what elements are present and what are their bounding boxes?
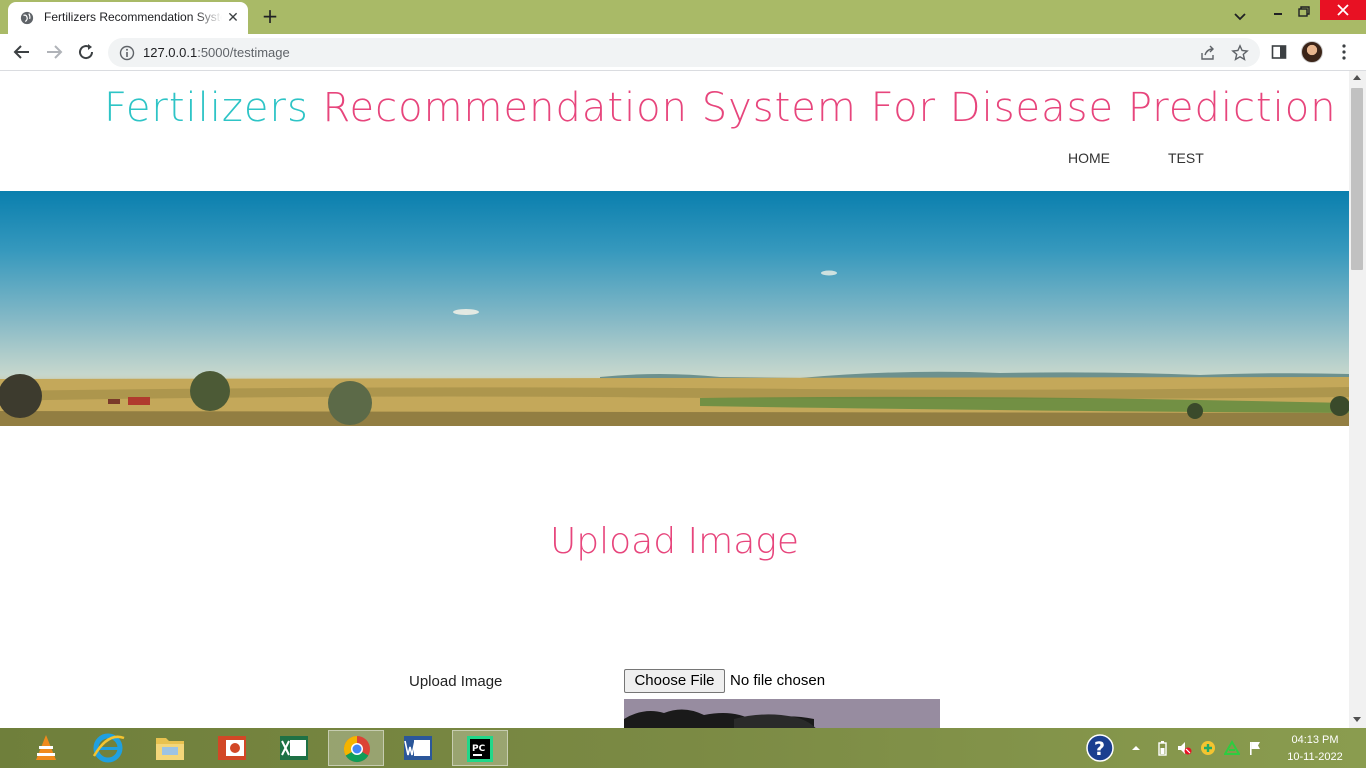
show-hidden-icons-icon[interactable]	[1128, 740, 1144, 756]
info-icon[interactable]	[119, 45, 135, 61]
internet-explorer-icon[interactable]	[80, 730, 136, 766]
globe-icon	[20, 11, 34, 25]
powerpoint-graphic	[218, 736, 246, 760]
vlc-cone-graphic	[36, 735, 56, 760]
scroll-up-arrow-icon[interactable]	[1353, 75, 1361, 80]
hero-banner-image	[0, 191, 1349, 426]
site-title-part1: Fertilizers	[104, 85, 309, 131]
more-menu-icon[interactable]	[1340, 43, 1348, 61]
restore-icon[interactable]	[1294, 4, 1314, 20]
back-arrow-icon[interactable]	[12, 42, 32, 62]
browser-tab-strip: Fertilizers Recommendation System For Di…	[0, 0, 1366, 34]
chevron-down-icon[interactable]	[1232, 8, 1248, 24]
page-viewport: Fertilizers Recommendation System For Di…	[0, 71, 1349, 728]
pycharm-graphic: PC	[467, 736, 493, 762]
scroll-thumb[interactable]	[1351, 88, 1363, 270]
minimize-icon[interactable]	[1268, 4, 1288, 20]
upload-field-label: Upload Image	[409, 673, 503, 690]
close-tab-icon[interactable]: ✕	[225, 10, 241, 26]
image-preview	[624, 699, 940, 728]
word-icon[interactable]	[390, 730, 446, 766]
url-path: :5000/testimage	[197, 45, 290, 60]
powerpoint-icon[interactable]	[204, 730, 260, 766]
page-scrollbar[interactable]	[1349, 71, 1366, 728]
windows-taskbar: PC ?	[0, 728, 1366, 768]
ie-graphic	[92, 733, 125, 763]
volume-muted-icon[interactable]	[1176, 740, 1192, 756]
choose-file-button[interactable]: Choose File	[624, 669, 725, 693]
file-status-text: No file chosen	[730, 672, 826, 689]
url-host: 127.0.0.1	[143, 45, 198, 60]
leaf-preview-image	[624, 699, 940, 728]
help-icon[interactable]: ?	[1084, 733, 1116, 763]
excel-icon[interactable]	[266, 730, 322, 766]
window-close-button[interactable]	[1320, 0, 1366, 20]
svg-text:PC: PC	[472, 744, 486, 754]
profile-avatar[interactable]	[1301, 41, 1323, 63]
excel-graphic	[280, 736, 308, 760]
vlc-icon[interactable]	[18, 730, 74, 766]
address-bar[interactable]: 127.0.0.1:5000/testimage	[108, 38, 1260, 67]
forward-arrow-icon[interactable]	[44, 42, 64, 62]
drive-sync-icon[interactable]	[1224, 740, 1240, 756]
scroll-down-arrow-icon[interactable]	[1353, 717, 1361, 722]
site-title-part2: Recommendation System For Disease Predic…	[322, 85, 1337, 131]
clock-time[interactable]: 04:13 PM	[1283, 734, 1347, 746]
nav-test-link[interactable]: TEST	[1168, 150, 1204, 166]
upload-heading: Upload Image	[549, 521, 800, 562]
browser-tab[interactable]: Fertilizers Recommendation System For Di…	[8, 2, 248, 34]
folder-graphic	[156, 738, 184, 760]
browser-toolbar: 127.0.0.1:5000/testimage	[0, 34, 1366, 71]
side-panel-icon[interactable]	[1271, 44, 1287, 60]
battery-icon[interactable]	[1154, 740, 1170, 756]
close-icon	[1337, 4, 1349, 16]
pycharm-icon[interactable]: PC	[452, 730, 508, 766]
word-graphic	[404, 736, 432, 760]
reload-icon[interactable]	[76, 42, 96, 62]
app-tray-icon[interactable]	[1200, 740, 1216, 756]
chrome-icon[interactable]	[328, 730, 384, 766]
site-title: Fertilizers Recommendation System For Di…	[104, 85, 1337, 131]
action-center-flag-icon[interactable]	[1248, 740, 1264, 756]
svg-text:?: ?	[1094, 738, 1105, 760]
url-text: 127.0.0.1:5000/testimage	[143, 45, 290, 60]
bookmark-star-icon[interactable]	[1231, 44, 1249, 62]
farmland-landscape	[0, 270, 1349, 426]
nav-home-link[interactable]: HOME	[1068, 150, 1110, 166]
clock-date[interactable]: 10-11-2022	[1279, 751, 1351, 763]
chrome-graphic	[343, 735, 370, 763]
file-explorer-icon[interactable]	[142, 730, 198, 766]
share-icon[interactable]	[1200, 45, 1216, 61]
tab-title: Fertilizers Recommendation System For Di…	[44, 10, 222, 24]
new-tab-button[interactable]: +	[260, 5, 280, 27]
